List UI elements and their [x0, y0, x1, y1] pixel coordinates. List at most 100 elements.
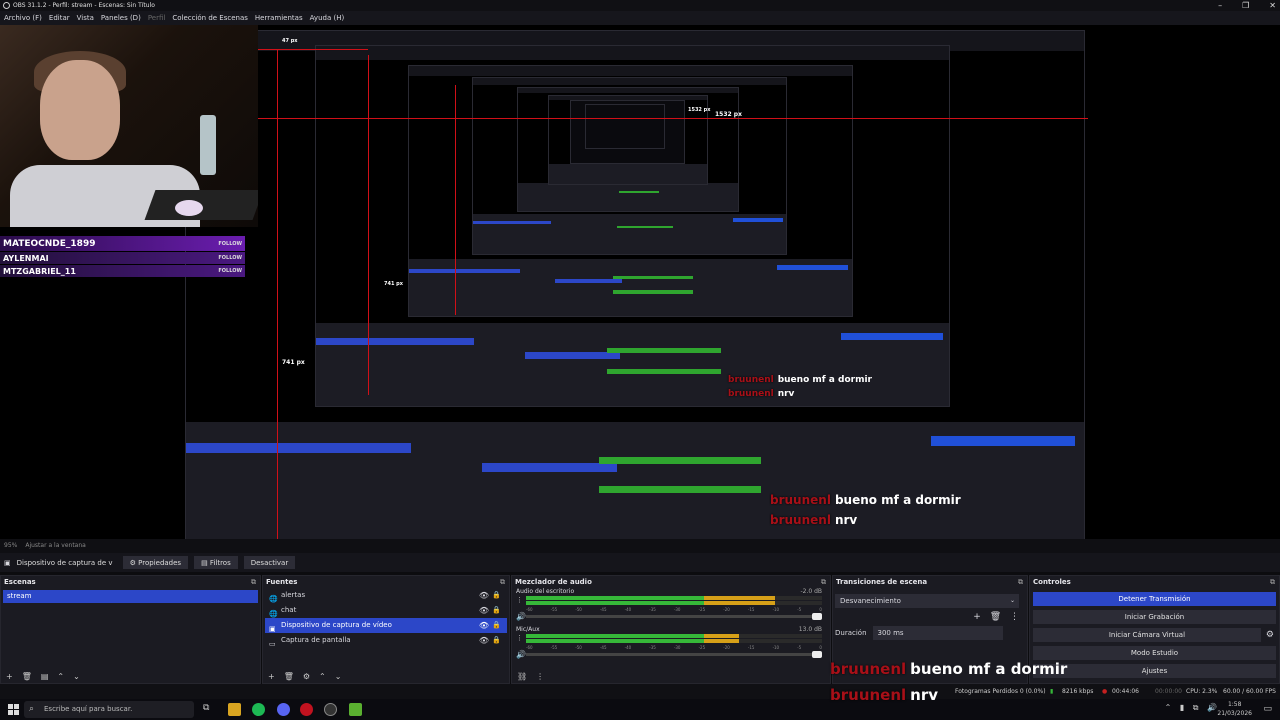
- duration-input[interactable]: 300 ms: [872, 626, 1003, 640]
- start-virtual-camera-button[interactable]: Iniciar Cámara Virtual: [1033, 628, 1261, 642]
- undock-icon[interactable]: ⧉: [821, 576, 826, 588]
- eye-icon[interactable]: 👁: [479, 588, 489, 603]
- alert-row: MATEOCNDE_1899 FOLLOW: [0, 236, 245, 251]
- trash-icon[interactable]: 🗑: [22, 672, 32, 681]
- source-item-screen-capture[interactable]: ▭ Captura de pantalla 👁 🔒: [265, 633, 507, 648]
- meter-yellow-1a: [703, 634, 740, 638]
- source-item-capture-device[interactable]: ▣ Dispositivo de captura de vídeo 👁 🔒: [265, 618, 507, 633]
- lock-icon[interactable]: 🔒: [492, 588, 501, 603]
- mixer-channel-mic: Mic/Aux 13.0 dB ⋮ -60 -55 -50 -45 -40 -35 -30-…: [514, 626, 828, 664]
- menu-coleccion[interactable]: Colección de Escenas: [172, 11, 248, 25]
- bitrate: 8216 kbps: [1062, 688, 1094, 695]
- arrow-up-icon[interactable]: ⌃: [319, 672, 326, 681]
- sources-title: Fuentes: [266, 578, 298, 586]
- camera-icon: ▣: [4, 558, 11, 567]
- source-item-alertas[interactable]: 🌐 alertas 👁 🔒: [265, 588, 507, 603]
- controls-title: Controles: [1033, 578, 1071, 586]
- filters-button[interactable]: ▤ Filtros: [194, 556, 238, 569]
- menu-bar: Archivo (F) Editar Vista Paneles (D) Per…: [0, 11, 1280, 25]
- volume-slider[interactable]: [526, 613, 822, 620]
- menu-perfil[interactable]: Perfil: [148, 11, 166, 25]
- guide-line-v3: [455, 85, 456, 315]
- menu-archivo[interactable]: Archivo (F): [4, 11, 42, 25]
- undock-icon[interactable]: ⧉: [251, 576, 256, 588]
- transition-tools: + 🗑 ⋮: [833, 612, 1019, 622]
- scene-item-stream[interactable]: stream: [3, 590, 258, 603]
- filter-icon[interactable]: ▤: [41, 672, 49, 681]
- alert-row: AYLENMAI FOLLOW: [0, 252, 245, 264]
- eye-icon[interactable]: 👁: [479, 603, 489, 618]
- stop-streaming-button[interactable]: Detener Transmisión: [1033, 592, 1276, 606]
- start-recording-button[interactable]: Iniciar Grabación: [1033, 610, 1276, 624]
- settings-button[interactable]: Ajustes: [1033, 664, 1276, 678]
- minimize-button[interactable]: –: [1218, 0, 1222, 11]
- add-icon[interactable]: +: [268, 672, 275, 681]
- meter-yellow-0b: [703, 601, 775, 605]
- volume-meter: [526, 634, 822, 644]
- duration-label: Duración: [835, 629, 867, 637]
- menu-dots-icon[interactable]: ⋮: [516, 634, 523, 642]
- menu-herramientas[interactable]: Herramientas: [255, 11, 303, 25]
- speaker-icon[interactable]: 🔊: [516, 612, 526, 621]
- menu-ayuda[interactable]: Ayuda (H): [310, 11, 345, 25]
- undock-icon[interactable]: ⧉: [500, 576, 505, 588]
- meter-ticks: -60 -55 -50 -45 -40 -35 -30 -25 -20 -15 -10 -5 0: [526, 607, 822, 612]
- arrow-down-icon[interactable]: ⌄: [335, 672, 342, 681]
- deactivate-button[interactable]: Desactivar: [243, 556, 296, 569]
- obs-icon[interactable]: [324, 703, 337, 716]
- taskbar-search[interactable]: ⌕ Escribe aquí para buscar.: [24, 701, 194, 718]
- notification-icon[interactable]: ▭: [1263, 704, 1272, 714]
- discord-icon[interactable]: [277, 703, 290, 716]
- file-explorer-icon[interactable]: [228, 703, 241, 716]
- fit-window-select[interactable]: Ajustar a la ventana: [25, 539, 86, 553]
- windows-taskbar: ⌕ Escribe aquí para buscar. ⧉ ⌃ ▮ ⧉ 🔊 1:5…: [0, 699, 1280, 720]
- obs-logo-icon: [3, 2, 10, 9]
- add-icon[interactable]: +: [973, 612, 981, 622]
- undock-icon[interactable]: ⧉: [1018, 576, 1023, 588]
- monitor-icon: ▭: [269, 639, 276, 648]
- opera-icon[interactable]: [300, 703, 313, 716]
- menu-dots-icon[interactable]: ⋮: [536, 672, 544, 681]
- lock-icon[interactable]: 🔒: [492, 618, 501, 633]
- fps: 60.00 / 60.00 FPS: [1223, 688, 1276, 695]
- menu-paneles[interactable]: Paneles (D): [101, 11, 141, 25]
- app-icon[interactable]: [349, 703, 362, 716]
- source-item-chat[interactable]: 🌐 chat 👁 🔒: [265, 603, 507, 618]
- gear-icon[interactable]: ⚙: [1266, 630, 1274, 640]
- menu-dots-icon[interactable]: ⋮: [1010, 612, 1019, 622]
- menu-editar[interactable]: Editar: [49, 11, 70, 25]
- link-icon[interactable]: ⛓: [517, 672, 527, 681]
- transition-select[interactable]: Desvanecimiento ⌄: [835, 594, 1019, 608]
- gear-icon[interactable]: ⚙: [303, 672, 310, 681]
- lock-icon[interactable]: 🔒: [492, 633, 501, 648]
- maximize-button[interactable]: ❐: [1242, 0, 1249, 11]
- menu-vista[interactable]: Vista: [77, 11, 94, 25]
- trash-icon[interactable]: 🗑: [990, 612, 1001, 622]
- close-button[interactable]: ✕: [1269, 0, 1276, 11]
- zoom-level[interactable]: 95%: [4, 539, 17, 553]
- trash-icon[interactable]: 🗑: [284, 672, 294, 681]
- eye-icon[interactable]: 👁: [479, 633, 489, 648]
- volume-meter: [526, 596, 822, 606]
- taskbar-clock[interactable]: 1:58 21/03/2026: [1217, 700, 1252, 718]
- alert-row: MTZGABRIEL_11 FOLLOW: [0, 265, 245, 277]
- channel-name: Audio del escritorio: [516, 588, 575, 595]
- speaker-icon[interactable]: 🔊: [516, 650, 526, 659]
- windows-start-icon[interactable]: [8, 704, 19, 715]
- menu-dots-icon[interactable]: ⋮: [516, 596, 523, 604]
- undock-icon[interactable]: ⧉: [1270, 576, 1275, 588]
- guide-line-v: [277, 49, 278, 539]
- properties-button[interactable]: ⚙ Propiedades: [122, 556, 189, 569]
- task-view-icon[interactable]: ⧉: [203, 703, 216, 716]
- system-tray-icons[interactable]: ⌃ ▮ ⧉ 🔊: [1165, 703, 1220, 713]
- arrow-up-icon[interactable]: ⌃: [57, 672, 64, 681]
- lock-icon[interactable]: 🔒: [492, 603, 501, 618]
- arrow-down-icon[interactable]: ⌄: [73, 672, 80, 681]
- add-icon[interactable]: +: [6, 672, 13, 681]
- eye-icon[interactable]: 👁: [479, 618, 489, 633]
- spotify-icon[interactable]: [252, 703, 265, 716]
- volume-slider[interactable]: [526, 651, 822, 658]
- gear-icon: ⚙: [129, 558, 139, 567]
- px-label-top2: 1532 px: [688, 107, 711, 113]
- studio-mode-button[interactable]: Modo Estudio: [1033, 646, 1276, 660]
